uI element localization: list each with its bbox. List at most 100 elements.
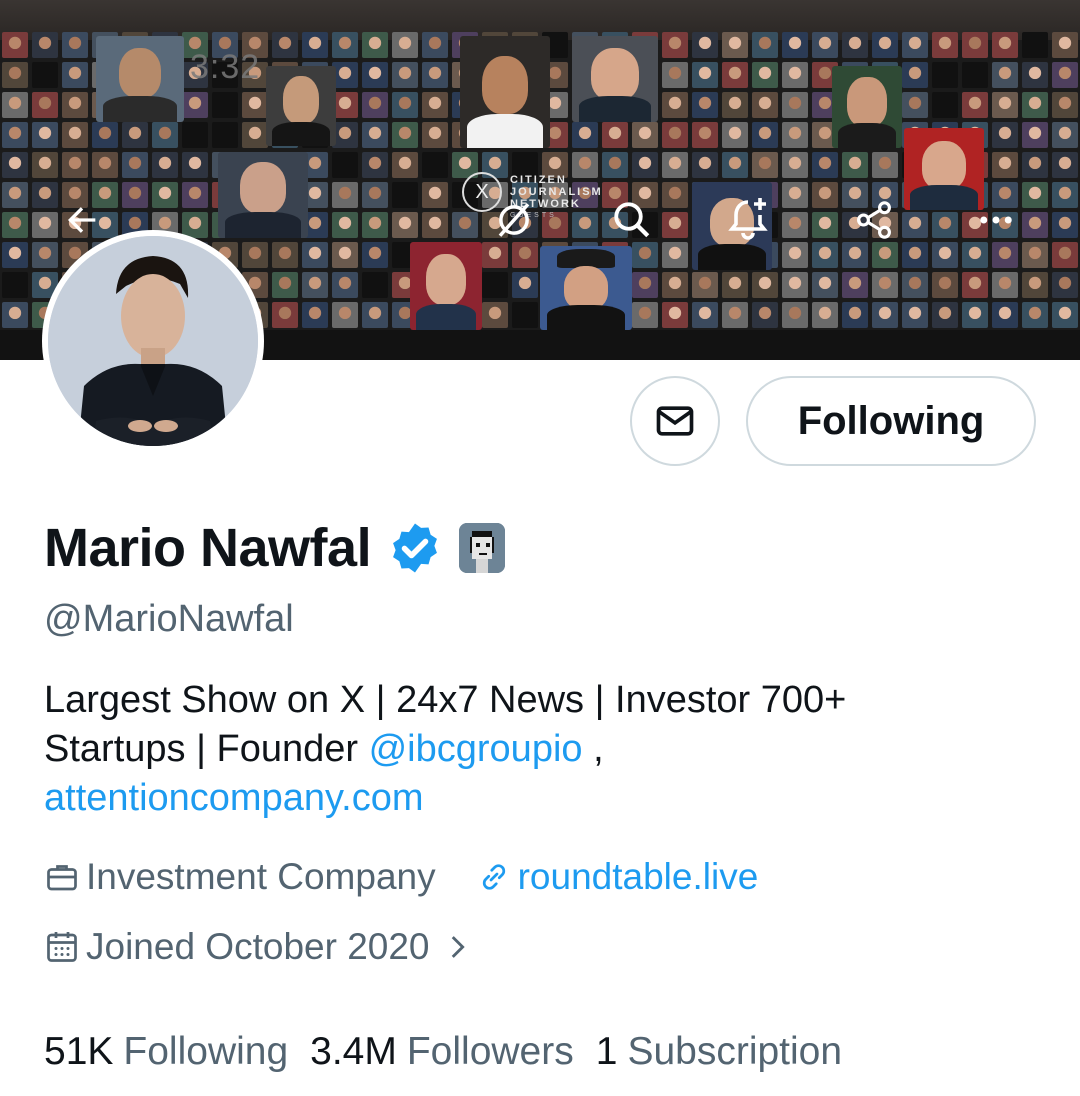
banner-mosaic-tile: [902, 32, 928, 58]
website-url[interactable]: roundtable.live: [518, 856, 759, 898]
share-button[interactable]: [850, 196, 898, 244]
banner-mosaic-tile: [1052, 32, 1078, 58]
banner-mosaic-tile: [32, 242, 58, 268]
banner-mosaic-tile: [1052, 242, 1078, 268]
banner-mosaic-tile: [362, 122, 388, 148]
banner-mosaic-tile: [662, 92, 688, 118]
banner-mosaic-tile: [392, 62, 418, 88]
banner-mosaic-tile: [872, 272, 898, 298]
banner-mosaic-tile: [392, 182, 418, 208]
banner-mosaic-tile: [572, 122, 598, 148]
banner-mosaic-tile: [1022, 212, 1048, 238]
banner-mosaic-tile: [122, 152, 148, 178]
banner-mosaic-tile: [2, 32, 28, 58]
banner-mosaic-tile: [662, 62, 688, 88]
notify-button[interactable]: [724, 194, 772, 242]
banner-mosaic-tile: [662, 272, 688, 298]
banner-mosaic-tile: [362, 212, 388, 238]
banner-mosaic-tile: [1052, 182, 1078, 208]
banner-mosaic-tile: [782, 212, 808, 238]
banner-mosaic-tile: [242, 242, 268, 268]
banner-mosaic-tile: [722, 32, 748, 58]
banner-mosaic-tile: [62, 122, 88, 148]
banner-mosaic-tile: [1022, 242, 1048, 268]
banner-mosaic-tile: [1052, 62, 1078, 88]
banner-mosaic-tile: [872, 152, 898, 178]
banner-mosaic-tile: [2, 242, 28, 268]
banner-mosaic-tile: [182, 182, 208, 208]
avatar[interactable]: [42, 230, 264, 452]
banner-mosaic-tile: [692, 62, 718, 88]
following-button[interactable]: Following: [746, 376, 1036, 466]
profile-category: Investment Company: [86, 856, 436, 897]
banner-mosaic-tile: [902, 242, 928, 268]
website-link[interactable]: roundtable.live: [476, 856, 759, 898]
banner-mosaic-tile: [392, 92, 418, 118]
grok-button[interactable]: [490, 196, 538, 244]
banner-photo: [572, 36, 658, 122]
banner-mosaic-tile: [752, 272, 778, 298]
banner-mosaic-tile: [332, 152, 358, 178]
banner-mosaic-tile: [32, 32, 58, 58]
banner-mosaic-tile: [992, 302, 1018, 328]
joined-date-row[interactable]: Joined October 2020: [44, 926, 474, 968]
banner-mosaic-tile: [932, 212, 958, 238]
banner-photo: [266, 66, 336, 146]
bio-url-link[interactable]: attentioncompany.com: [44, 777, 424, 819]
joined-date: Joined October 2020: [86, 926, 430, 967]
search-button[interactable]: [608, 196, 656, 244]
more-button[interactable]: [972, 196, 1020, 244]
nft-badge-icon[interactable]: [459, 523, 506, 573]
avatar-portrait: [48, 236, 258, 446]
banner-mosaic-tile: [992, 152, 1018, 178]
banner-mosaic-tile: [2, 302, 28, 328]
banner-mosaic-tile: [992, 32, 1018, 58]
banner-mosaic-tile: [92, 152, 118, 178]
banner-mosaic-tile: [1052, 272, 1078, 298]
banner-mosaic-tile: [692, 32, 718, 58]
banner-mosaic-tile: [1022, 152, 1048, 178]
banner-mosaic-tile: [992, 242, 1018, 268]
banner-mosaic-tile: [812, 272, 838, 298]
banner-mosaic-tile: [632, 122, 658, 148]
arrow-left-icon: [68, 207, 96, 233]
banner-mosaic-tile: [992, 122, 1018, 148]
banner-mosaic-tile: [332, 32, 358, 58]
banner-photo: [832, 66, 902, 148]
banner-mosaic-tile: [812, 302, 838, 328]
banner-mosaic-tile: [662, 302, 688, 328]
banner-mosaic-tile: [962, 32, 988, 58]
banner-mosaic-tile: [902, 272, 928, 298]
subscriptions-count: 1: [595, 1030, 618, 1073]
banner-mosaic-tile: [752, 302, 778, 328]
banner-mosaic-tile: [842, 152, 868, 178]
banner-mosaic-tile: [902, 62, 928, 88]
banner-mosaic-tile: [662, 242, 688, 268]
username-handle: @MarioNawfal: [44, 598, 294, 640]
banner-mosaic-tile: [332, 242, 358, 268]
banner-mosaic-tile: [752, 122, 778, 148]
verified-badge-icon[interactable]: [387, 520, 443, 576]
bio-mention-link[interactable]: @ibcgroupio: [369, 728, 583, 770]
banner-mosaic-tile: [932, 92, 958, 118]
banner-mosaic-tile: [362, 242, 388, 268]
banner-photo: [96, 36, 184, 122]
followers-stat[interactable]: 3.4M Followers: [310, 1030, 596, 1074]
banner-mosaic-tile: [362, 32, 388, 58]
banner-mosaic-tile: [422, 92, 448, 118]
subscriptions-label: Subscription: [627, 1030, 843, 1073]
banner-mosaic-tile: [1022, 62, 1048, 88]
back-button[interactable]: [58, 196, 106, 244]
message-button[interactable]: [630, 376, 720, 466]
display-name: Mario Nawfal: [44, 518, 372, 578]
banner-mosaic-tile: [422, 182, 448, 208]
banner-mosaic-tile: [182, 152, 208, 178]
subscriptions-stat[interactable]: 1 Subscription: [596, 1030, 842, 1074]
banner-mosaic-tile: [1022, 182, 1048, 208]
banner-mosaic-tile: [272, 272, 298, 298]
banner-mosaic-tile: [632, 302, 658, 328]
banner-mosaic-tile: [272, 242, 298, 268]
banner-mosaic-tile: [632, 152, 658, 178]
banner-mosaic-tile: [1052, 122, 1078, 148]
following-stat[interactable]: 51K Following: [44, 1030, 310, 1074]
